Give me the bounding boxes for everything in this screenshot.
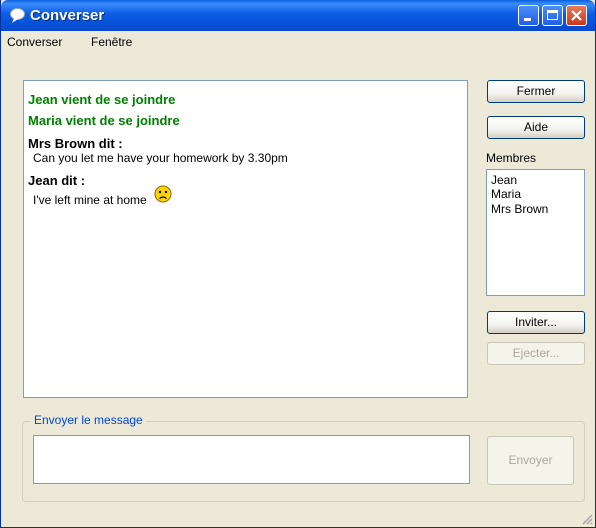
- close-icon: [571, 10, 582, 21]
- message-jean: I've left mine at home: [33, 193, 147, 207]
- send-button[interactable]: Envoyer: [487, 436, 574, 485]
- member-item[interactable]: Jean: [491, 173, 517, 187]
- minimize-icon: [524, 18, 531, 21]
- message-input[interactable]: [33, 435, 470, 484]
- close-chat-button[interactable]: Fermer: [487, 80, 585, 103]
- invite-button[interactable]: Inviter...: [487, 311, 585, 334]
- minimize-button[interactable]: [518, 5, 539, 26]
- window-title: Converser: [30, 7, 105, 24]
- speaker-mrs-brown: Mrs Brown dit :: [28, 136, 123, 151]
- chat-bubble-icon: [10, 8, 25, 23]
- sad-face-icon: [154, 185, 172, 203]
- message-mrs-brown: Can you let me have your homework by 3.3…: [33, 151, 288, 165]
- menu-bar: Converser Fenêtre: [1, 31, 595, 52]
- join-notice-jean: Jean vient de se joindre: [28, 92, 176, 107]
- title-bar[interactable]: Converser: [1, 0, 595, 31]
- chat-window: Converser Converser Fenêtre Jean vient d…: [0, 0, 596, 528]
- conversation-log[interactable]: Jean vient de se joindre Maria vient de …: [23, 80, 468, 398]
- eject-button[interactable]: Ejecter...: [487, 342, 585, 365]
- members-label: Membres: [486, 151, 537, 165]
- member-item[interactable]: Mrs Brown: [491, 202, 548, 216]
- speaker-jean: Jean dit :: [28, 173, 86, 188]
- resize-grip-icon[interactable]: [581, 513, 593, 525]
- maximize-button[interactable]: [542, 5, 563, 26]
- maximize-icon: [547, 10, 558, 20]
- menu-converser[interactable]: Converser: [7, 35, 62, 49]
- help-button[interactable]: Aide: [487, 116, 585, 139]
- join-notice-maria: Maria vient de se joindre: [28, 113, 180, 128]
- member-item[interactable]: Maria: [491, 187, 521, 201]
- members-list[interactable]: Jean Maria Mrs Brown: [486, 169, 585, 296]
- send-message-label: Envoyer le message: [31, 413, 146, 427]
- menu-fenetre[interactable]: Fenêtre: [91, 35, 132, 49]
- close-window-button[interactable]: [566, 5, 587, 26]
